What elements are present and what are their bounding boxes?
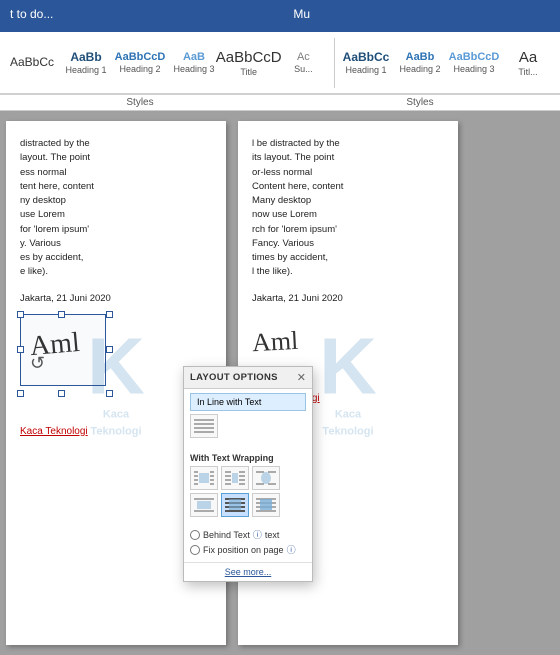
styles-label-left: Styles <box>0 94 280 110</box>
inline-with-text-button[interactable]: In Line with Text <box>190 393 306 411</box>
wrapping-icons-row2 <box>190 493 306 517</box>
handle-bl[interactable] <box>17 390 24 397</box>
style-h3-left-preview: AaB <box>183 51 205 63</box>
behind-text-row: Behind Text ⓘ text <box>190 528 306 541</box>
style-title-left[interactable]: AaBbCcD Title <box>222 47 275 79</box>
style-heading1-right[interactable]: AaBbCc Heading 1 <box>340 48 392 77</box>
style-h3-right-label: Heading 3 <box>453 64 494 74</box>
style-subtitle-left-preview: Ac <box>297 51 310 63</box>
layout-options-popup: LAYOUT OPTIONS ✕ In Line with Text With … <box>183 366 313 582</box>
style-heading3-right[interactable]: AaBbCcD Heading 3 <box>448 49 500 76</box>
style-h1-right-label: Heading 1 <box>345 65 386 75</box>
popup-wrapping-section: With Text Wrapping <box>184 445 312 524</box>
top-bottom-svg <box>193 496 215 514</box>
see-more-link[interactable]: See more... <box>184 562 312 581</box>
style-h3-left-label: Heading 3 <box>173 64 214 74</box>
style-title-left-label: Title <box>240 67 257 77</box>
layout-icon-top-bottom[interactable] <box>190 493 218 517</box>
styles-row: AaBbCc AaBb Heading 1 AaBbCcD Heading 2 … <box>0 32 560 94</box>
page-left-content: distracted by the layout. The point ess … <box>20 137 212 280</box>
layout-icon-tight[interactable] <box>221 466 249 490</box>
fix-position-info-icon[interactable]: ⓘ <box>287 543 296 556</box>
style-heading1-left[interactable]: AaBb Heading 1 <box>60 48 112 77</box>
style-h1-left-preview: AaBb <box>70 50 101 64</box>
document-area: K KacaTeknologi distracted by the layout… <box>0 111 560 655</box>
with-wrapping-label: With Text Wrapping <box>190 453 306 463</box>
behind-text-info-icon[interactable]: ⓘ <box>253 528 262 541</box>
handle-tl[interactable] <box>17 311 24 318</box>
inline-icons-row <box>190 414 306 438</box>
style-heading3-left[interactable]: AaB Heading 3 <box>168 49 220 76</box>
style-subtitle-left[interactable]: Ac Su... <box>277 49 329 76</box>
page-left-date: Jakarta, 21 Juni 2020 <box>20 292 212 306</box>
title-left: t to do... <box>10 7 53 21</box>
layout-icon-square[interactable] <box>190 466 218 490</box>
handle-tm[interactable] <box>58 311 65 318</box>
style-h3-right-preview: AaBbCcD <box>449 51 500 63</box>
title-center: Mu <box>53 7 550 21</box>
handle-mr[interactable] <box>106 346 113 353</box>
tight-wrap-svg <box>224 469 246 487</box>
signature-squiggle: Aml <box>28 322 81 368</box>
handle-bm[interactable] <box>58 390 65 397</box>
layout-icon-infront[interactable] <box>252 493 280 517</box>
layout-icon-inline[interactable] <box>190 414 218 438</box>
behind-text-label: Behind Text <box>203 530 250 540</box>
style-h2-right-label: Heading 2 <box>399 64 440 74</box>
popup-radio-section: Behind Text ⓘ text Fix position on page … <box>184 524 312 562</box>
page-right-content: l be distracted by the its layout. The p… <box>252 137 444 280</box>
style-title-right[interactable]: Aa Titl... <box>502 47 554 79</box>
handle-br[interactable] <box>106 390 113 397</box>
layout-icon-behind[interactable] <box>221 493 249 517</box>
layout-icon-through[interactable] <box>252 466 280 490</box>
style-heading2-right[interactable]: AaBb Heading 2 <box>394 49 446 76</box>
wrapping-icons-row1 <box>190 466 306 490</box>
text-label: text <box>265 530 280 540</box>
styles-label-right: Styles <box>280 94 560 110</box>
style-h1-left-label: Heading 1 <box>65 65 106 75</box>
style-h1-right-preview: AaBbCc <box>343 50 390 64</box>
style-title-right-preview: Aa <box>519 49 537 66</box>
square-wrap-svg <box>193 469 215 487</box>
style-h2-left-label: Heading 2 <box>119 64 160 74</box>
popup-inline-section: In Line with Text <box>184 389 312 445</box>
handle-ml[interactable] <box>17 346 24 353</box>
style-title-left-preview: AaBbCcD <box>216 49 282 66</box>
fix-position-radio[interactable] <box>190 545 200 555</box>
behind-text-radio[interactable] <box>190 530 200 540</box>
popup-title: LAYOUT OPTIONS <box>190 372 278 383</box>
style-h2-left-preview: AaBbCcD <box>115 51 166 63</box>
style-normal-preview: AaBbCc <box>10 55 54 69</box>
fix-position-row: Fix position on page ⓘ <box>190 543 306 556</box>
title-bar: t to do... Mu <box>0 0 560 28</box>
popup-close-button[interactable]: ✕ <box>297 371 306 384</box>
popup-header: LAYOUT OPTIONS ✕ <box>184 367 312 389</box>
fix-position-label: Fix position on page <box>203 545 284 555</box>
ribbon-divider <box>334 38 335 88</box>
through-wrap-svg <box>255 469 277 487</box>
styles-label-row: Styles Styles <box>0 94 560 111</box>
behind-text-svg <box>224 496 246 514</box>
style-title-right-label: Titl... <box>518 67 537 77</box>
style-h2-right-preview: AaBb <box>406 51 435 63</box>
page-right-date: Jakarta, 21 Juni 2020 <box>252 292 444 306</box>
style-subtitle-left-label: Su... <box>294 64 313 74</box>
ribbon: AaBbCc AaBb Heading 1 AaBbCcD Heading 2 … <box>0 28 560 111</box>
style-heading2-left[interactable]: AaBbCcD Heading 2 <box>114 49 166 76</box>
inline-icon-svg <box>193 417 215 435</box>
style-normal[interactable]: AaBbCc <box>6 53 58 72</box>
handle-tr[interactable] <box>106 311 113 318</box>
signature-squiggle-right: Aml <box>251 321 299 362</box>
signature-image-container[interactable]: ↺ Aml <box>20 314 110 394</box>
infront-text-svg <box>255 496 277 514</box>
